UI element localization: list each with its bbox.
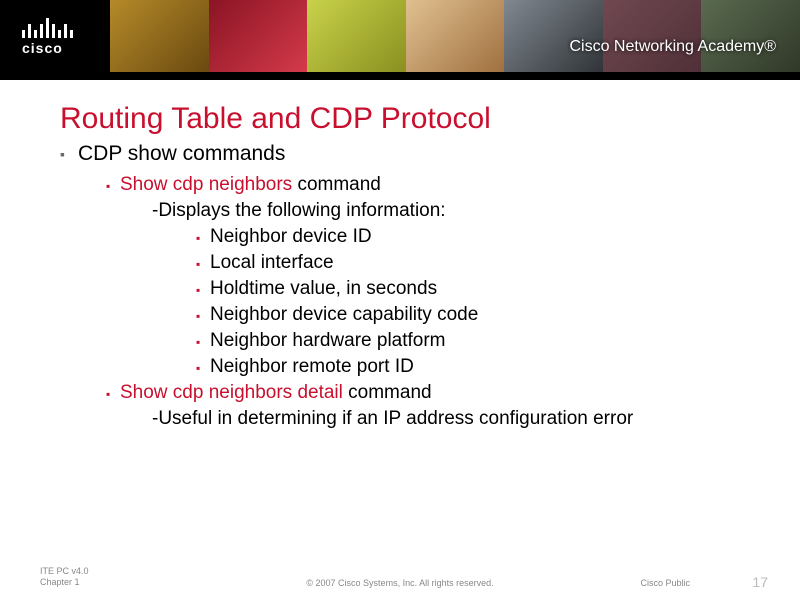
command-suffix: command	[343, 382, 432, 403]
command-description: -Useful in determining if an IP address …	[152, 408, 800, 430]
info-item: Neighbor remote port ID	[210, 356, 800, 378]
footer-left: ITE PC v4.0 Chapter 1	[40, 566, 89, 588]
cisco-logo-bars-icon	[22, 16, 73, 38]
info-item: Neighbor hardware platform	[210, 330, 800, 352]
footer-copyright: © 2007 Cisco Systems, Inc. All rights re…	[306, 578, 493, 588]
info-item: Neighbor device capability code	[210, 304, 800, 326]
command-suffix: command	[292, 174, 381, 195]
header-band: cisco Cisco Networking Academy®	[0, 0, 800, 72]
header-photo	[701, 0, 800, 72]
header-photo	[603, 0, 702, 72]
cisco-logo: cisco	[0, 16, 73, 56]
info-item: Neighbor device ID	[210, 226, 800, 248]
header-underline	[0, 72, 800, 80]
command-item: Show cdp neighbors detail command	[120, 382, 800, 404]
header-photo-strip	[110, 0, 800, 72]
cisco-logo-text: cisco	[22, 40, 73, 56]
command-name: Show cdp neighbors detail	[120, 382, 343, 403]
topic-heading: CDP show commands	[78, 142, 800, 166]
command-description: -Displays the following information:	[152, 200, 800, 222]
command-name: Show cdp neighbors	[120, 174, 292, 195]
header-photo	[110, 0, 209, 72]
header-photo	[406, 0, 505, 72]
info-item: Holdtime value, in seconds	[210, 278, 800, 300]
header-photo	[209, 0, 308, 72]
footer-chapter: Chapter 1	[40, 577, 89, 588]
page-number: 17	[752, 574, 768, 590]
slide-title: Routing Table and CDP Protocol	[60, 102, 800, 136]
header-photo	[307, 0, 406, 72]
command-item: Show cdp neighbors command	[120, 174, 800, 196]
footer-classification: Cisco Public	[640, 578, 690, 588]
slide-content: CDP show commands Show cdp neighbors com…	[60, 142, 800, 430]
header-photo	[504, 0, 603, 72]
academy-label: Cisco Networking Academy®	[569, 38, 776, 56]
info-item: Local interface	[210, 252, 800, 274]
footer-course: ITE PC v4.0	[40, 566, 89, 577]
